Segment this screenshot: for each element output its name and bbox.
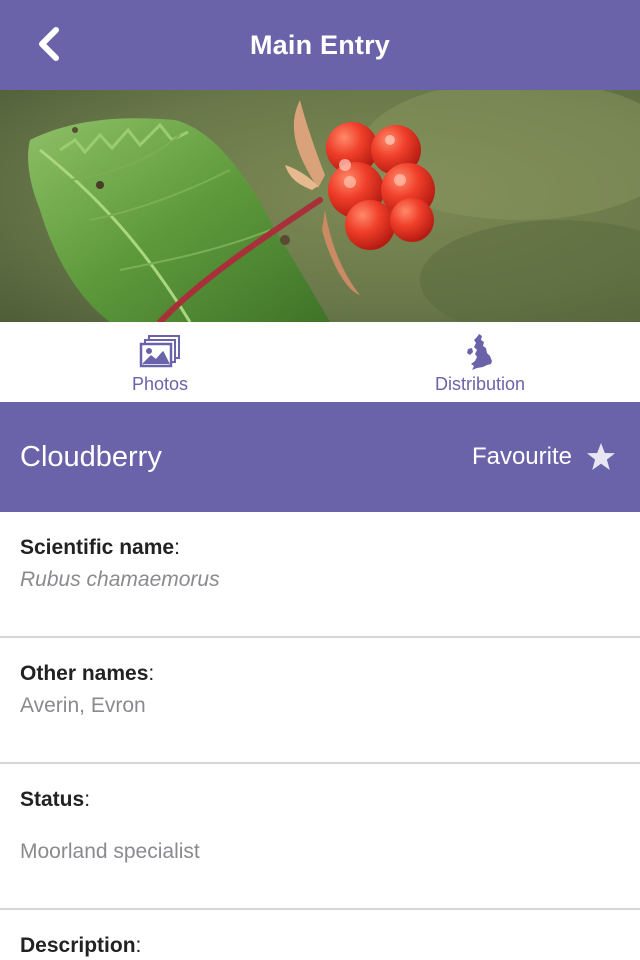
scientific-name-row: Scientific name: Rubus chamaemorus: [0, 512, 640, 638]
status-label: Status:: [20, 788, 91, 811]
scientific-name-label: Scientific name:: [20, 536, 180, 559]
species-header: Cloudberry Favourite: [0, 402, 640, 512]
description-label: Description:: [20, 934, 142, 957]
uk-map-icon: [458, 334, 502, 370]
chevron-left-icon: [39, 27, 59, 61]
other-names-row: Other names: Averin, Evron: [0, 638, 640, 764]
description-row: Description:: [0, 910, 640, 960]
tab-distribution-label: Distribution: [434, 374, 526, 394]
species-name: Cloudberry: [20, 440, 162, 473]
cloudberry-photo: [0, 90, 640, 322]
tab-photos-label: Photos: [131, 374, 189, 394]
tab-distribution[interactable]: Distribution: [320, 322, 640, 402]
status-value: Moorland specialist: [20, 840, 200, 863]
favourite-button[interactable]: Favourite: [472, 442, 616, 472]
favourite-label: Favourite: [471, 443, 572, 470]
other-names-value: Averin, Evron: [20, 694, 146, 717]
page-title: Main Entry: [249, 29, 391, 60]
status-row: Status: Moorland specialist: [0, 764, 640, 910]
photos-icon: [138, 334, 182, 370]
back-button[interactable]: [26, 22, 70, 66]
entry-tabs: Photos Distribution: [0, 322, 640, 402]
tab-photos[interactable]: Photos: [0, 322, 320, 402]
scientific-name-value: Rubus chamaemorus: [20, 568, 220, 591]
navigation-bar: Main Entry: [0, 0, 640, 90]
star-icon: [587, 443, 615, 470]
other-names-label: Other names:: [20, 662, 155, 685]
app-screen: Main Entry Photos Distribution Cloudberr…: [0, 0, 640, 960]
details-list: Scientific name: Rubus chamaemorus Other…: [0, 512, 640, 960]
hero-photo[interactable]: [0, 90, 640, 322]
